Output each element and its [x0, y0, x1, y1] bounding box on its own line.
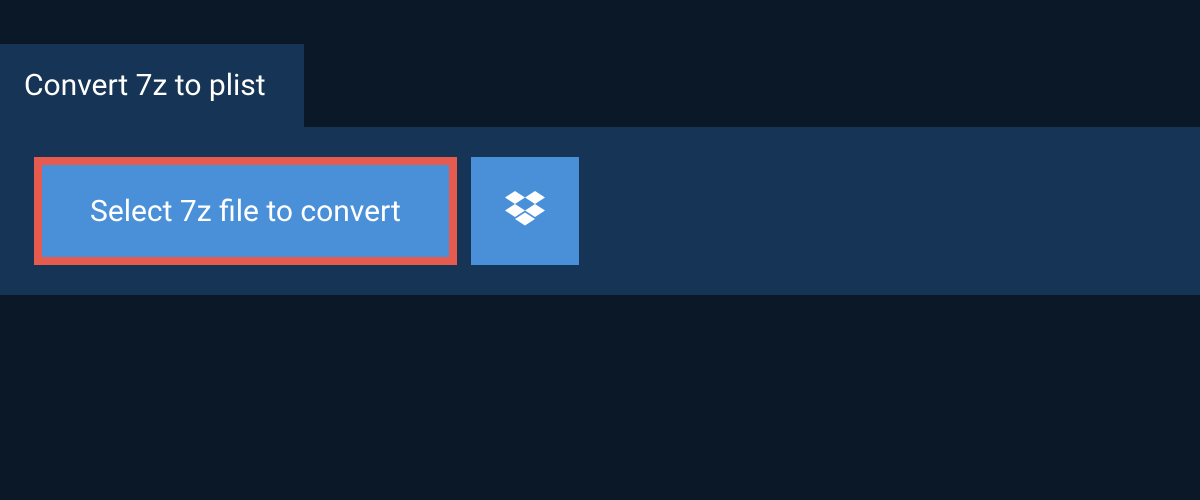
dropbox-button[interactable] [471, 157, 579, 265]
select-file-label: Select 7z file to convert [90, 194, 401, 229]
select-file-button[interactable]: Select 7z file to convert [34, 157, 457, 265]
page-title-tab: Convert 7z to plist [0, 44, 304, 127]
button-row: Select 7z file to convert [34, 157, 1174, 265]
dropbox-icon [505, 191, 545, 231]
convert-panel: Select 7z file to convert [0, 127, 1200, 295]
page-title: Convert 7z to plist [24, 68, 266, 103]
